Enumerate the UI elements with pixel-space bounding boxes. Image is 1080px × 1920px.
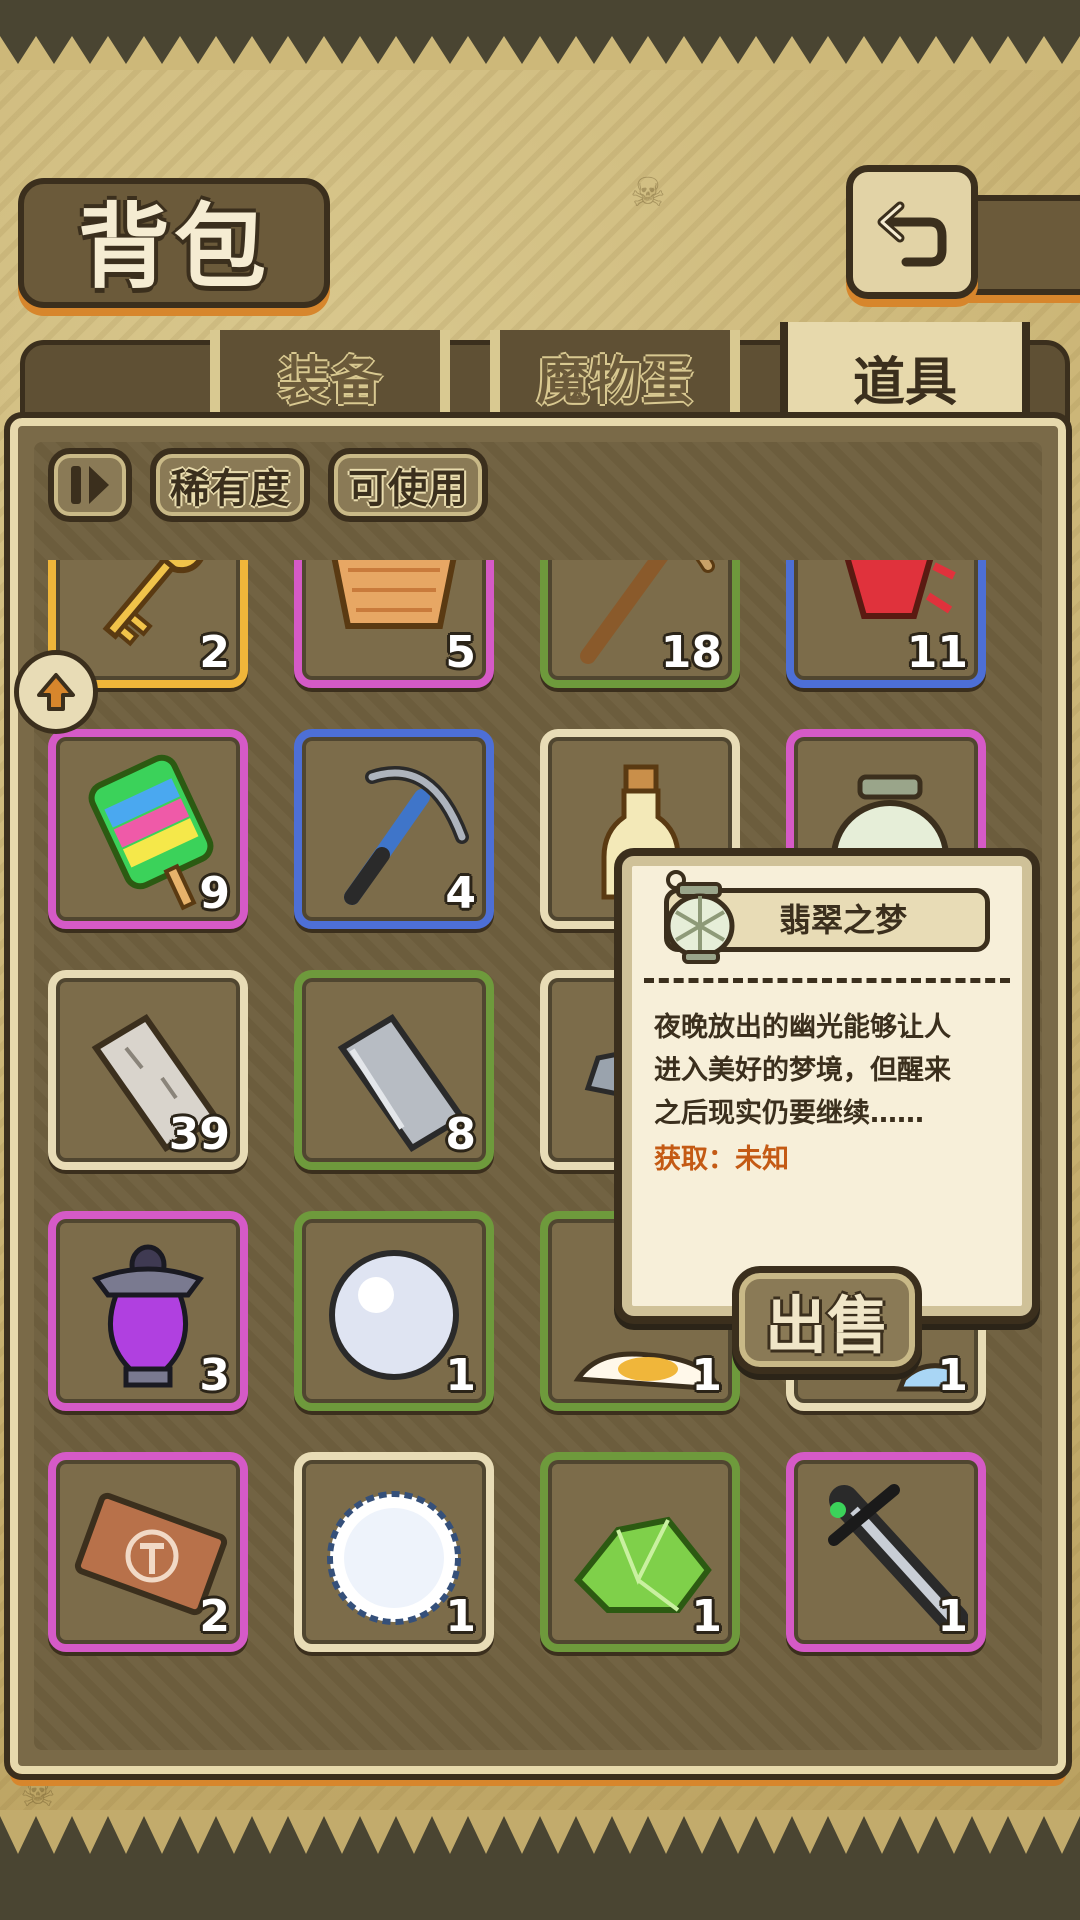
inventory-slot[interactable]: 1 [294,1211,494,1411]
bottom-border [0,1810,1080,1920]
inventory-slot[interactable]: 2 [48,1452,248,1652]
tab-items[interactable]: 道具 [780,322,1030,432]
inventory-slot[interactable]: 9 [48,729,248,929]
inventory-slot[interactable]: 3 [48,1211,248,1411]
item-count: 2 [199,1591,230,1642]
inventory-slot[interactable]: 1 [294,1452,494,1652]
sell-button-label: 出售 [764,1289,889,1362]
item-count: 1 [445,1350,476,1401]
tooltip-divider [644,978,1010,983]
item-count: 11 [906,627,968,678]
rarity-filter-button[interactable]: 稀有度 [150,448,310,522]
tab-bar: 装备 魔物蛋 道具 [20,322,1070,440]
item-count: 1 [937,1350,968,1401]
tooltip-source: 获取：未知 [654,1144,789,1175]
sort-order-icon [71,466,109,504]
sell-button[interactable]: 出售 [732,1266,922,1374]
item-count: 3 [199,1350,230,1401]
tab-equipment-label: 装备 [277,350,382,412]
sort-toggle-button[interactable] [48,448,132,522]
tooltip-item-name: 翡翠之梦 [779,901,908,939]
item-count: 9 [199,868,230,919]
item-tooltip: 翡翠之梦 夜晚放出的幽光能够让人 进入美好的梦境，但醒来 之后现实仍要继续…… … [614,848,1040,1324]
inventory-slot[interactable]: 11 [786,560,986,688]
rarity-filter-label: 稀有度 [170,466,290,512]
tab-monster-eggs-label: 魔物蛋 [536,350,693,412]
inventory-slot[interactable]: 39 [48,970,248,1170]
up-arrow-icon [37,673,75,711]
skull-icon: ☠ [630,170,666,216]
inventory-slot[interactable]: 1 [540,1452,740,1652]
lantern-icon [665,870,735,964]
inventory-slot[interactable]: 1 [786,1452,986,1652]
back-button[interactable] [846,165,978,299]
item-count: 39 [168,1109,230,1160]
scroll-up-button[interactable] [14,650,98,734]
item-count: 1 [691,1591,722,1642]
header-strip [968,195,1080,295]
tooltip-description-line: 之后现实仍要继续…… [654,1098,924,1129]
item-count: 2 [199,627,230,678]
item-count: 8 [445,1109,476,1160]
usable-filter-button[interactable]: 可使用 [328,448,488,522]
tab-monster-eggs[interactable]: 魔物蛋 [490,330,740,422]
return-arrow-icon [877,201,947,267]
inventory-slot[interactable]: 4 [294,729,494,929]
inventory-slot[interactable]: 8 [294,970,494,1170]
tab-items-label: 道具 [852,351,957,413]
item-count: 4 [445,868,476,919]
item-count: 1 [445,1591,476,1642]
usable-filter-label: 可使用 [348,466,468,512]
tooltip-description-line: 夜晚放出的幽光能够让人 [654,1012,951,1043]
page-title-plate: 背包 [18,178,330,308]
inventory-slot[interactable]: 5 [294,560,494,688]
item-count: 5 [445,627,476,678]
page-title: 背包 [77,192,270,301]
item-count: 1 [937,1591,968,1642]
tab-equipment[interactable]: 装备 [210,330,450,422]
tooltip-description: 夜晚放出的幽光能够让人 进入美好的梦境，但醒来 之后现实仍要继续…… [654,1006,1004,1135]
item-count: 1 [691,1350,722,1401]
top-border [0,0,1080,70]
tooltip-description-line: 进入美好的梦境，但醒来 [654,1055,951,1086]
item-count: 18 [660,627,722,678]
inventory-slot[interactable]: 18 [540,560,740,688]
